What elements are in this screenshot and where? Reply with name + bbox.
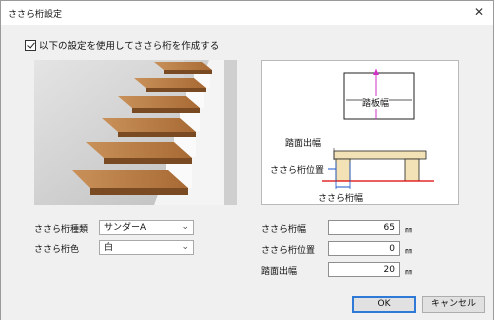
stringer-position-input[interactable]: 0 bbox=[328, 241, 400, 256]
button-bar: OK キャンセル bbox=[1, 291, 493, 320]
stair-preview-image bbox=[34, 60, 237, 205]
title-bar: ささら桁設定 ✕ bbox=[1, 1, 493, 25]
tread-overhang-label: 踏面出幅 bbox=[261, 267, 298, 277]
tread-overhang-input[interactable]: 20 bbox=[328, 262, 400, 277]
diagram-label-tread-overhang: 踏面出幅 bbox=[285, 139, 322, 149]
stringer-color-value: 白 bbox=[104, 243, 114, 253]
use-settings-checkbox[interactable] bbox=[25, 39, 36, 51]
stringer-width-input[interactable]: 65 bbox=[328, 220, 400, 235]
stringer-width-label: ささら桁幅 bbox=[261, 225, 307, 235]
tread-overhang-unit: ㎜ bbox=[405, 268, 412, 276]
stringer-position-unit: ㎜ bbox=[405, 247, 412, 255]
stringer-diagram-drawing bbox=[322, 69, 434, 189]
stringer-color-label: ささら桁色 bbox=[34, 245, 80, 255]
stair-preview-drawing bbox=[34, 60, 237, 205]
stringer-color-select[interactable]: 白 ⌄ bbox=[99, 240, 194, 255]
stringer-diagram: 踏板幅 踏面出幅 ささら桁位置 ささら桁幅 bbox=[261, 60, 459, 205]
stringer-position-label: ささら桁位置 bbox=[261, 246, 316, 256]
use-settings-checkbox-row[interactable]: 以下の設定を使用してささら桁を作成する bbox=[25, 38, 219, 52]
use-settings-label: 以下の設定を使用してささら桁を作成する bbox=[39, 41, 220, 52]
stringer-width-unit: ㎜ bbox=[405, 226, 412, 234]
settings-dialog: ささら桁設定 ✕ 以下の設定を使用してささら桁を作成する 踏板幅 踏面出幅 ささ… bbox=[0, 0, 494, 320]
dialog-title: ささら桁設定 bbox=[8, 10, 63, 20]
stringer-type-select[interactable]: サンダーA ⌄ bbox=[99, 220, 194, 235]
ok-button[interactable]: OK bbox=[352, 296, 416, 313]
diagram-label-stringer-width: ささら桁幅 bbox=[318, 194, 364, 204]
cancel-button[interactable]: キャンセル bbox=[422, 296, 485, 313]
chevron-down-icon: ⌄ bbox=[181, 222, 189, 232]
chevron-down-icon: ⌄ bbox=[181, 242, 189, 252]
stringer-type-value: サンダーA bbox=[104, 223, 147, 233]
diagram-label-step-width: 踏板幅 bbox=[362, 96, 390, 109]
diagram-label-stringer-position: ささら桁位置 bbox=[270, 166, 325, 176]
close-icon[interactable]: ✕ bbox=[471, 4, 487, 20]
stringer-type-label: ささら桁種類 bbox=[34, 225, 89, 235]
